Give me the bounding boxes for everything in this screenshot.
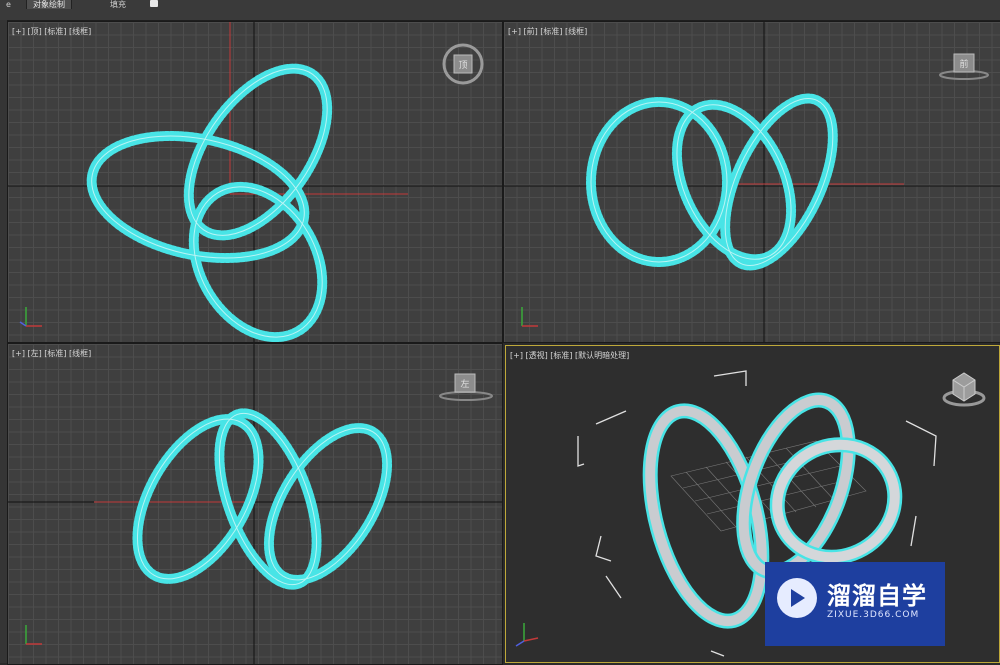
top-toolbar: e 对象绘制 填充 — [0, 0, 1000, 21]
viewport-front[interactable]: [+] [前] [标准] [线框] 前 — [503, 21, 1000, 343]
viewcube-icon — [942, 372, 986, 407]
viewport-top[interactable]: [+] [顶] [标准] [线框] 顶 — [7, 21, 503, 343]
viewport-front-canvas: 前 — [504, 22, 1000, 342]
viewcube-icon: 左 — [439, 373, 493, 401]
trefoil-knot-left-wireframe — [132, 408, 393, 590]
viewcube-face-label: 前 — [959, 58, 968, 70]
viewcube-face-label: 左 — [460, 378, 469, 390]
ribbon-toggle-icon[interactable] — [150, 0, 158, 7]
viewcube-icon: 前 — [939, 53, 989, 80]
viewport-left-canvas: 左 — [8, 344, 502, 664]
left-command-strip — [0, 20, 7, 663]
viewcube-icon: 顶 — [442, 43, 484, 85]
viewport-left[interactable]: [+] [左] [标准] [线框] 左 — [7, 343, 503, 665]
tab-object-paint[interactable]: 对象绘制 — [26, 0, 72, 9]
watermark-title: 溜溜自学 — [827, 582, 927, 610]
axis-gizmo-icon — [25, 625, 42, 645]
trefoil-knot-front-wireframe — [586, 93, 838, 271]
axis-gizmo-icon — [521, 307, 538, 327]
viewport-label[interactable]: [+] [顶] [标准] [线框] — [12, 26, 91, 37]
trefoil-knot-top-wireframe — [86, 63, 333, 342]
tab-edit[interactable]: e — [0, 0, 17, 9]
viewport-label[interactable]: [+] [左] [标准] [线框] — [12, 348, 91, 359]
axis-gizmo-icon — [19, 307, 42, 327]
viewport-label[interactable]: [+] [前] [标准] [线框] — [508, 26, 587, 37]
watermark-badge: 溜溜自学 ZIXUE.3D66.COM — [765, 562, 945, 646]
watermark-url: ZIXUE.3D66.COM — [827, 610, 920, 620]
viewcube-face-label: 顶 — [458, 60, 467, 71]
axis-gizmo-icon — [515, 623, 539, 647]
play-logo-icon — [777, 578, 817, 618]
tab-populate[interactable]: 填充 — [104, 0, 132, 9]
viewport-label[interactable]: [+] [透视] [标准] [默认明暗处理] — [510, 350, 629, 361]
viewport-top-canvas: 顶 — [8, 22, 502, 342]
